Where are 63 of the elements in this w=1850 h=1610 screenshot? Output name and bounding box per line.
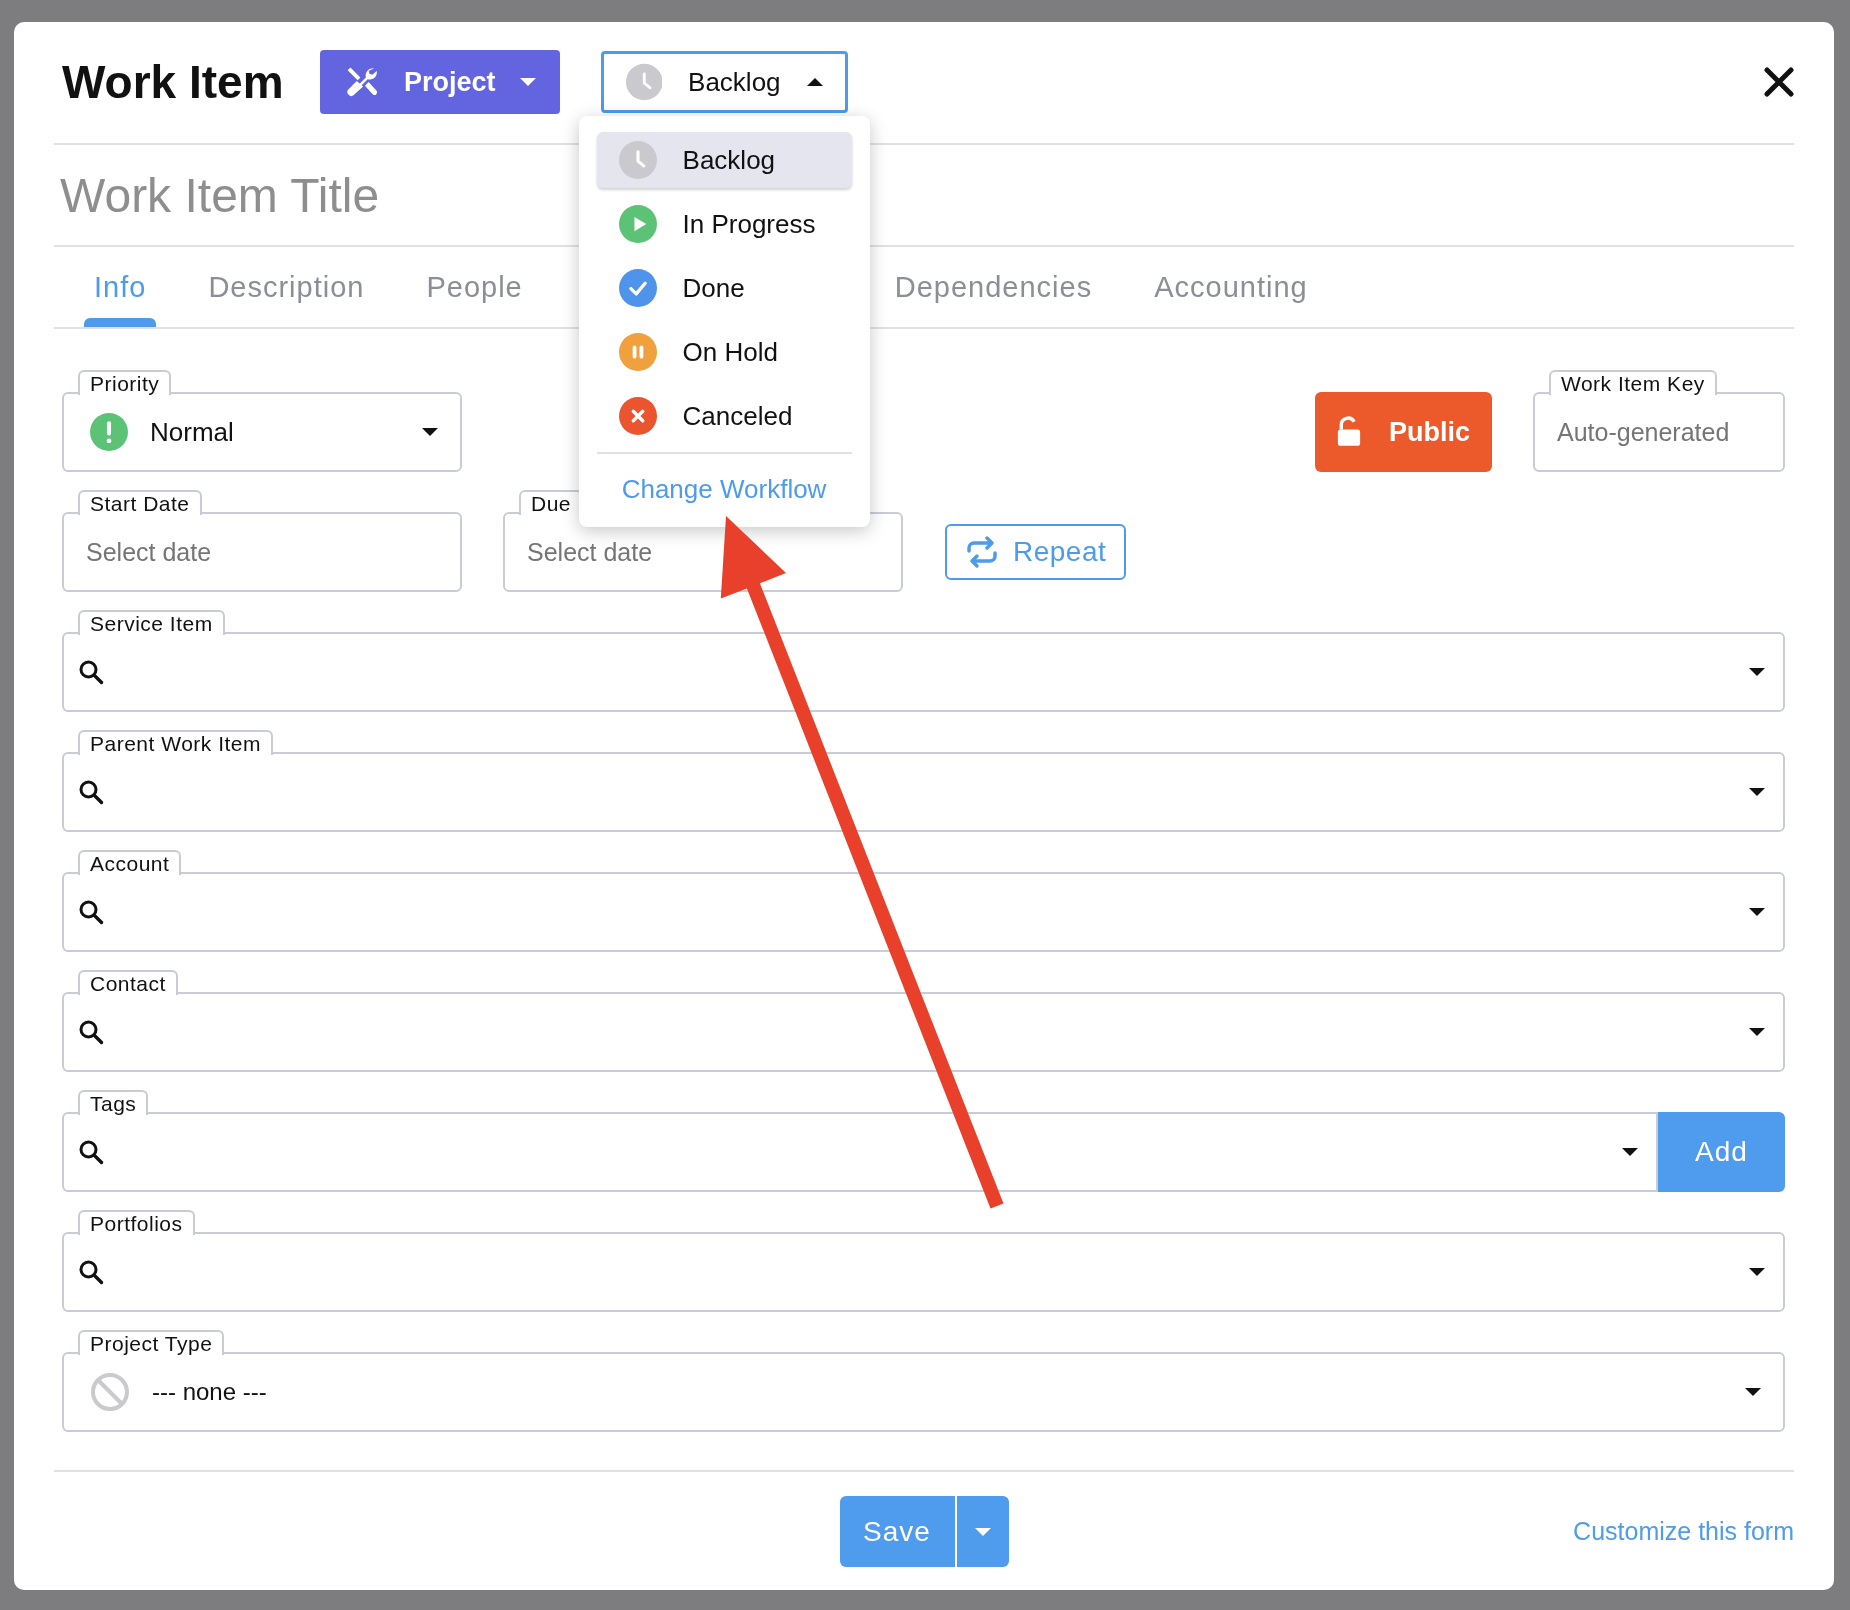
status-option[interactable]: Done: [596, 260, 852, 316]
check-icon: [618, 269, 657, 307]
change-workflow-link[interactable]: Change Workflow: [596, 474, 852, 505]
search-icon: [78, 899, 104, 925]
caret-icon: [1749, 668, 1765, 676]
clock-icon: [625, 63, 663, 101]
customize-link[interactable]: Customize this form: [1573, 1517, 1794, 1546]
field-label: Account: [78, 850, 182, 875]
caret-icon: [422, 428, 438, 436]
save-options-button[interactable]: [956, 1496, 1009, 1567]
pause-icon: [618, 333, 657, 371]
status-option[interactable]: On Hold: [596, 324, 852, 380]
caret-icon: [1745, 1388, 1761, 1396]
clock-icon: [618, 141, 657, 179]
status-option[interactable]: Canceled: [596, 388, 852, 444]
field-label: Service Item: [78, 610, 225, 635]
search-icon: [78, 1139, 104, 1165]
tab[interactable]: Info: [84, 247, 157, 327]
add-button[interactable]: Add: [1658, 1112, 1785, 1192]
search-field[interactable]: [62, 872, 1785, 952]
repeat-icon: [965, 535, 999, 569]
play-icon: [618, 205, 657, 243]
date-field[interactable]: Select date: [62, 512, 462, 592]
caret-icon: [1749, 1028, 1765, 1036]
status-option[interactable]: Backlog: [596, 132, 852, 188]
tab[interactable]: Accounting: [1144, 247, 1318, 327]
field-label: Parent Work Item: [78, 730, 273, 755]
field-label: Contact: [78, 970, 178, 995]
search-icon: [78, 779, 104, 805]
field-label: Project Type: [78, 1330, 225, 1355]
exclamation-icon: [90, 413, 128, 451]
status-select[interactable]: Backlog: [600, 51, 848, 113]
caret-icon: [1749, 908, 1765, 916]
field-label: Work Item Key: [1549, 370, 1717, 395]
caret-icon: [519, 78, 536, 86]
public-button[interactable]: Public: [1315, 392, 1492, 472]
search-icon: [78, 659, 104, 685]
close-icon: [618, 397, 657, 435]
field-label: Portfolios: [78, 1210, 195, 1235]
save-button[interactable]: Save: [839, 1496, 955, 1567]
project-type-button[interactable]: Project: [319, 50, 560, 114]
unlock-icon: [1337, 415, 1361, 449]
field-label: Tags: [78, 1090, 149, 1115]
tab[interactable]: Description: [198, 247, 375, 327]
caret-icon: [974, 1527, 991, 1536]
search-field[interactable]: [62, 1232, 1785, 1312]
caret-icon: [806, 78, 823, 86]
caret-icon: [1749, 788, 1765, 796]
caret-icon: [1749, 1268, 1765, 1276]
dialog-title: Work Item: [62, 55, 284, 109]
search-icon: [78, 1019, 104, 1045]
search-icon: [78, 1259, 104, 1285]
search-field[interactable]: [62, 752, 1785, 832]
field-label: Start Date: [78, 490, 202, 515]
caret-icon: [1622, 1148, 1638, 1156]
prohibited-icon: [90, 1372, 130, 1412]
close-icon[interactable]: [1764, 67, 1794, 97]
search-field[interactable]: [62, 632, 1785, 712]
repeat-button[interactable]: Repeat: [945, 524, 1127, 580]
tab[interactable]: Dependencies: [884, 247, 1103, 327]
search-field[interactable]: [62, 992, 1785, 1072]
tab[interactable]: People: [416, 247, 533, 327]
field-label: Priority: [78, 370, 172, 395]
